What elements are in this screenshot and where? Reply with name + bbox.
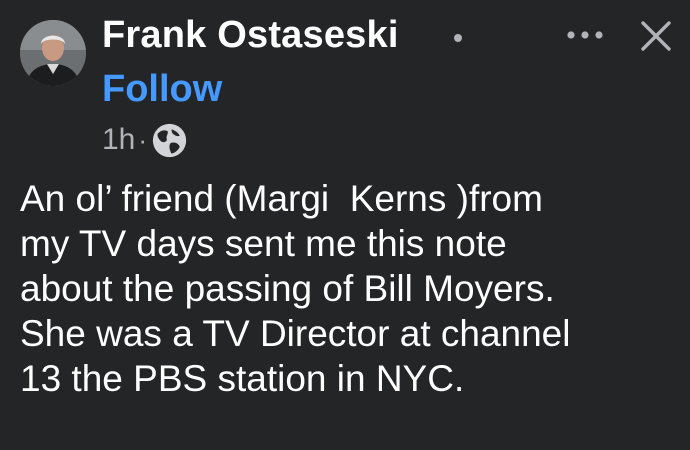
post-meta: 1h ·: [102, 120, 188, 160]
post-text-line: She was a TV Director at channel: [20, 313, 571, 354]
post-text-line: about the passing of Bill Moyers.: [20, 268, 555, 309]
author-name[interactable]: Frank Ostaseski: [102, 14, 399, 57]
person-avatar-icon: [20, 20, 86, 86]
post-text-line: 13 the PBS station in NYC.: [20, 358, 465, 399]
separator-dot: [454, 34, 462, 42]
more-options-icon[interactable]: [562, 20, 608, 50]
post-card: Frank Ostaseski Follow 1h · An ol’ frien…: [0, 0, 690, 450]
post-text: An ol’ friend (Margi Kerns )from my TV d…: [20, 176, 680, 401]
close-icon[interactable]: [636, 16, 676, 56]
meta-separator: ·: [138, 124, 148, 155]
post-timestamp[interactable]: 1h: [102, 123, 135, 157]
follow-button[interactable]: Follow: [102, 68, 222, 111]
globe-icon[interactable]: [151, 122, 188, 159]
post-text-line: An ol’ friend (Margi Kerns )from: [20, 178, 543, 219]
author-avatar[interactable]: [20, 20, 86, 86]
post-text-line: my TV days sent me this note: [20, 223, 507, 264]
